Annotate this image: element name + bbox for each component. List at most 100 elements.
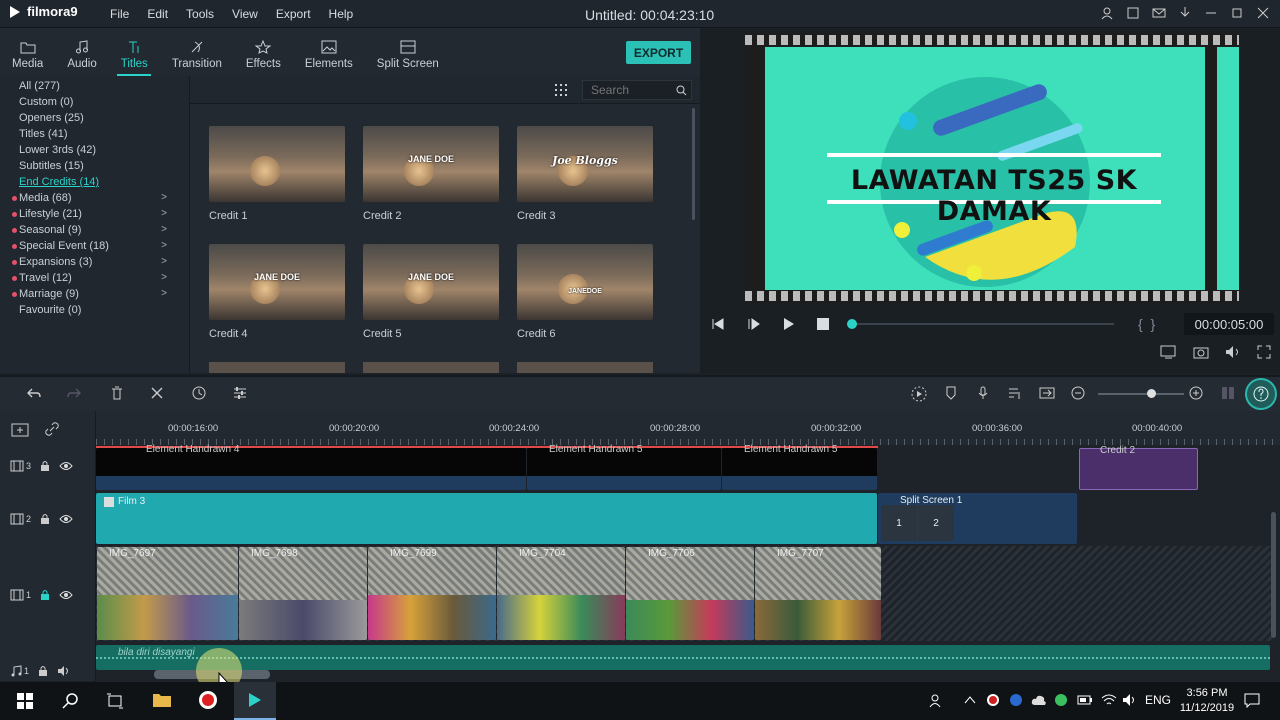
film-clip[interactable]: Film 3 bbox=[96, 493, 877, 544]
fullscreen-icon[interactable] bbox=[1257, 345, 1271, 359]
tab-split-screen[interactable]: Split Screen bbox=[365, 28, 451, 76]
category-media[interactable]: Media (68) > bbox=[0, 190, 189, 206]
tray-green-icon[interactable] bbox=[1054, 693, 1068, 707]
tab-elements[interactable]: Elements bbox=[293, 28, 365, 76]
stop-icon[interactable] bbox=[816, 317, 830, 331]
menu-help[interactable]: Help bbox=[329, 7, 354, 21]
wifi-icon[interactable] bbox=[1101, 693, 1117, 707]
library-scrollbar[interactable] bbox=[692, 108, 695, 220]
category-lifestyle[interactable]: Lifestyle (21) > bbox=[0, 206, 189, 222]
image-clip[interactable]: IMG_7699 bbox=[368, 547, 496, 640]
category-seasonal[interactable]: Seasonal (9) > bbox=[0, 222, 189, 238]
menu-tools[interactable]: Tools bbox=[186, 7, 214, 21]
title-thumb-credit-6[interactable]: JANEDOE Credit 6 bbox=[517, 244, 653, 340]
play-icon[interactable] bbox=[781, 317, 795, 331]
cloud-icon[interactable] bbox=[1031, 693, 1047, 707]
step-play-icon[interactable] bbox=[746, 317, 760, 331]
zoom-handle[interactable] bbox=[1147, 389, 1156, 398]
tab-titles[interactable]: Titles bbox=[109, 28, 160, 76]
lock-icon[interactable] bbox=[40, 589, 50, 601]
playback-slider[interactable] bbox=[849, 323, 1114, 325]
tab-effects[interactable]: Effects bbox=[234, 28, 293, 76]
people-icon[interactable] bbox=[929, 693, 945, 709]
image-clip[interactable]: IMG_7704 bbox=[497, 547, 625, 640]
menu-edit[interactable]: Edit bbox=[147, 7, 168, 21]
category-lower-thirds[interactable]: Lower 3rds (42) bbox=[0, 142, 189, 158]
eye-icon[interactable] bbox=[59, 514, 73, 524]
minimize-icon[interactable] bbox=[1204, 6, 1218, 20]
language-indicator[interactable]: ENG bbox=[1145, 693, 1171, 707]
chevron-up-icon[interactable] bbox=[964, 694, 976, 706]
undo-icon[interactable] bbox=[27, 386, 41, 400]
image-clip[interactable]: IMG_7707 bbox=[755, 547, 881, 640]
task-view-icon[interactable] bbox=[107, 693, 123, 709]
category-favourite[interactable]: Favourite (0) bbox=[0, 302, 189, 318]
close-icon[interactable] bbox=[1256, 6, 1270, 20]
taskbar-clock[interactable]: 3:56 PM 11/12/2019 bbox=[1174, 686, 1240, 716]
tab-audio[interactable]: Audio bbox=[55, 28, 108, 76]
lock-icon[interactable] bbox=[40, 460, 50, 472]
eye-icon[interactable] bbox=[59, 590, 73, 600]
account-icon[interactable] bbox=[1100, 6, 1114, 20]
render-icon[interactable] bbox=[911, 386, 927, 402]
help-button[interactable] bbox=[1245, 378, 1277, 410]
cut-icon[interactable] bbox=[150, 386, 164, 400]
panel-toggle-icon[interactable] bbox=[1221, 386, 1235, 400]
download-icon[interactable] bbox=[1178, 6, 1192, 20]
tray-record-icon[interactable] bbox=[986, 693, 1000, 707]
category-marriage[interactable]: Marriage (9) > bbox=[0, 286, 189, 302]
mail-icon[interactable] bbox=[1152, 6, 1166, 20]
speed-icon[interactable] bbox=[192, 386, 206, 400]
microphone-icon[interactable] bbox=[976, 386, 990, 400]
category-end-credits[interactable]: End Credits (14) bbox=[0, 174, 189, 190]
zoom-in-icon[interactable] bbox=[1189, 386, 1203, 400]
zoom-slider[interactable] bbox=[1098, 393, 1184, 395]
title-thumb-credit-5[interactable]: JANE DOE Credit 5 bbox=[363, 244, 499, 340]
search-icon[interactable] bbox=[676, 85, 687, 96]
previous-frame-icon[interactable] bbox=[711, 317, 725, 331]
timeline-ruler[interactable]: 00:00:16:00 00:00:20:00 00:00:24:00 00:0… bbox=[96, 411, 1280, 445]
filmora-taskbar-button[interactable] bbox=[234, 682, 276, 720]
battery-icon[interactable] bbox=[1077, 694, 1093, 706]
marker-icon[interactable] bbox=[944, 386, 958, 400]
eye-icon[interactable] bbox=[59, 461, 73, 471]
render-preview-icon[interactable] bbox=[1160, 345, 1178, 359]
playhead-handle[interactable] bbox=[847, 319, 857, 329]
link-icon[interactable] bbox=[44, 421, 60, 437]
element-clip[interactable]: Element Handrawn 5 bbox=[527, 444, 721, 490]
tab-media[interactable]: Media bbox=[0, 28, 55, 76]
menu-export[interactable]: Export bbox=[276, 7, 311, 21]
grid-view-icon[interactable] bbox=[555, 84, 567, 96]
title-thumb-credit-3[interactable]: Joe Bloggs Credit 3 bbox=[517, 126, 653, 222]
image-clip[interactable]: IMG_7697 bbox=[97, 547, 238, 640]
lock-icon[interactable] bbox=[38, 665, 48, 677]
split-screen-clip[interactable]: Split Screen 1 1 2 bbox=[878, 493, 1077, 544]
recorder-icon[interactable] bbox=[198, 690, 218, 710]
element-clip[interactable]: Element Handrawn 4 bbox=[96, 444, 526, 490]
category-all[interactable]: All (277) bbox=[0, 78, 189, 94]
volume-icon[interactable] bbox=[1225, 345, 1241, 359]
category-titles[interactable]: Titles (41) bbox=[0, 126, 189, 142]
add-track-icon[interactable] bbox=[11, 421, 29, 437]
delete-icon[interactable] bbox=[110, 386, 124, 400]
speaker-icon[interactable] bbox=[57, 665, 71, 677]
image-clip[interactable]: IMG_7706 bbox=[626, 547, 754, 640]
menu-file[interactable]: File bbox=[110, 7, 129, 21]
restore-icon[interactable] bbox=[1230, 6, 1244, 20]
voiceover-icon[interactable] bbox=[1039, 386, 1055, 400]
category-expansions[interactable]: Expansions (3) > bbox=[0, 254, 189, 270]
volume-tray-icon[interactable] bbox=[1122, 693, 1138, 707]
file-explorer-icon[interactable] bbox=[152, 692, 172, 708]
menu-view[interactable]: View bbox=[232, 7, 258, 21]
category-openers[interactable]: Openers (25) bbox=[0, 110, 189, 126]
windows-start-icon[interactable] bbox=[17, 693, 33, 709]
vertical-scrollbar[interactable] bbox=[1271, 512, 1276, 638]
image-clip[interactable]: IMG_7698 bbox=[239, 547, 367, 640]
zoom-out-icon[interactable] bbox=[1071, 386, 1085, 400]
audio-mixer-icon[interactable] bbox=[1008, 386, 1022, 400]
category-custom[interactable]: Custom (0) bbox=[0, 94, 189, 110]
notifications-icon[interactable] bbox=[1244, 692, 1260, 708]
element-clip[interactable]: Element Handrawn 5 bbox=[722, 444, 877, 490]
save-icon[interactable] bbox=[1126, 6, 1140, 20]
title-clip[interactable]: Credit 2 bbox=[1079, 445, 1198, 490]
